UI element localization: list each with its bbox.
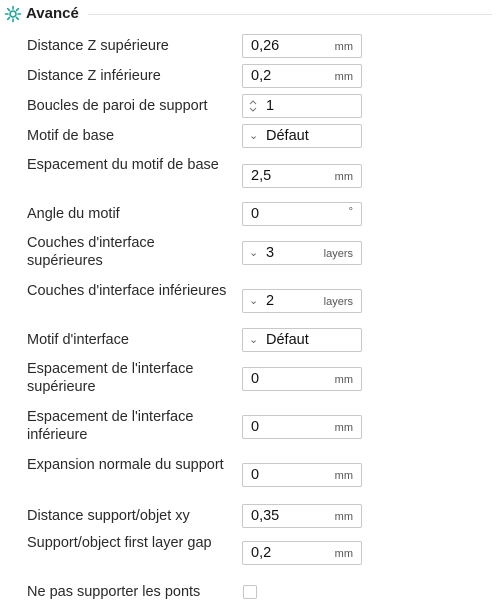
bottom-z-distance-input[interactable]: 0,2 mm [242, 64, 362, 88]
setting-label: Support/object first layer gap [27, 535, 212, 551]
setting-label: Espacement de l'interface inférieure [27, 409, 194, 443]
pattern-angle-input[interactable]: 0 ° [242, 202, 362, 226]
setting-label: Couches d'interface supérieures [27, 235, 155, 269]
support-object-xy-distance-input[interactable]: 0,35 mm [242, 504, 362, 528]
input-value: 0,35 [251, 508, 280, 524]
bottom-interface-layers-dropdown[interactable]: ⌄ 2 layers [242, 289, 362, 313]
base-pattern-spacing-input[interactable]: 2,5 mm [242, 164, 362, 188]
input-value: 0 [251, 419, 260, 435]
setting-label: Distance Z inférieure [27, 68, 161, 84]
first-layer-gap-input[interactable]: 0,2 mm [242, 541, 362, 565]
interface-pattern-dropdown[interactable]: ⌄ Défaut [242, 328, 362, 352]
dont-support-bridges-checkbox[interactable] [243, 585, 257, 599]
selected-value: 2 [266, 293, 275, 309]
selected-value: Défaut [266, 332, 309, 348]
setting-label: Expansion normale du support [27, 457, 224, 473]
top-z-distance-input[interactable]: 0,26 mm [242, 34, 362, 58]
input-value: 0,26 [251, 38, 280, 54]
input-value: 0 [251, 206, 260, 222]
chevron-down-icon: ⌄ [249, 130, 259, 142]
section-header: Avancé [0, 0, 498, 30]
setting-label: Espacement de l'interface supérieure [27, 361, 194, 395]
unit-label: mm [334, 374, 353, 386]
setting-row-top-interface-layers: Couches d'interface supérieures ⌄ 3 laye… [0, 234, 498, 272]
setting-label: Distance support/objet xy [27, 508, 190, 524]
setting-row-interface-pattern: Motif d'interface ⌄ Défaut [0, 328, 498, 352]
input-value: 0 [251, 371, 260, 387]
setting-row-dont-support-bridges: Ne pas supporter les ponts [0, 582, 498, 602]
section-title: Avancé [26, 5, 79, 22]
setting-label: Angle du motif [27, 206, 120, 222]
setting-row-pattern-angle: Angle du motif 0 ° [0, 202, 498, 226]
unit-label: mm [334, 511, 353, 523]
selected-value: 3 [266, 245, 275, 261]
top-interface-layers-dropdown[interactable]: ⌄ 3 layers [242, 241, 362, 265]
setting-label: Boucles de paroi de support [27, 98, 208, 114]
setting-row-bottom-z-distance: Distance Z inférieure 0,2 mm [0, 64, 498, 88]
unit-label: mm [334, 41, 353, 53]
input-value: 2,5 [251, 168, 272, 184]
setting-label: Motif de base [27, 128, 115, 144]
setting-row-support-wall-loops: Boucles de paroi de support 1 [0, 94, 498, 118]
input-value: 1 [266, 98, 275, 114]
setting-row-first-layer-gap: Support/object first layer gap 0,2 mm [0, 534, 498, 572]
setting-label: Motif d'interface [27, 332, 129, 348]
normal-support-expansion-input[interactable]: 0 mm [242, 463, 362, 487]
support-wall-loops-spinbox[interactable]: 1 [242, 94, 362, 118]
spinner-arrows-icon[interactable] [248, 97, 258, 115]
setting-row-base-pattern: Motif de base ⌄ Défaut [0, 124, 498, 148]
base-pattern-dropdown[interactable]: ⌄ Défaut [242, 124, 362, 148]
input-value: 0,2 [251, 545, 272, 561]
unit-label: mm [334, 548, 353, 560]
unit-label: ° [348, 206, 353, 218]
setting-label: Distance Z supérieure [27, 38, 169, 54]
setting-row-bottom-interface-spacing: Espacement de l'interface inférieure 0 m… [0, 408, 498, 446]
chevron-down-icon: ⌄ [249, 247, 259, 259]
section-divider [88, 14, 492, 15]
selected-value: Défaut [266, 128, 309, 144]
setting-row-top-z-distance: Distance Z supérieure 0,26 mm [0, 34, 498, 58]
top-interface-spacing-input[interactable]: 0 mm [242, 367, 362, 391]
setting-row-bottom-interface-layers: Couches d'interface inférieures ⌄ 2 laye… [0, 282, 498, 320]
unit-label: mm [334, 422, 353, 434]
setting-label: Espacement du motif de base [27, 157, 219, 173]
unit-label: mm [334, 171, 353, 183]
input-value: 0 [251, 467, 260, 483]
setting-row-top-interface-spacing: Espacement de l'interface supérieure 0 m… [0, 360, 498, 398]
unit-label: mm [334, 470, 353, 482]
setting-label: Ne pas supporter les ponts [27, 584, 201, 600]
chevron-down-icon: ⌄ [249, 334, 259, 346]
unit-label: layers [323, 248, 353, 260]
bottom-interface-spacing-input[interactable]: 0 mm [242, 415, 362, 439]
unit-label: layers [323, 296, 353, 308]
setting-label: Couches d'interface inférieures [27, 283, 227, 299]
input-value: 0,2 [251, 68, 272, 84]
setting-row-base-pattern-spacing: Espacement du motif de base 2,5 mm [0, 156, 498, 194]
setting-row-support-object-xy-distance: Distance support/objet xy 0,35 mm [0, 504, 498, 528]
chevron-down-icon: ⌄ [249, 295, 259, 307]
setting-row-normal-support-expansion: Expansion normale du support 0 mm [0, 456, 498, 494]
unit-label: mm [334, 71, 353, 83]
settings-cog-icon [4, 5, 22, 23]
